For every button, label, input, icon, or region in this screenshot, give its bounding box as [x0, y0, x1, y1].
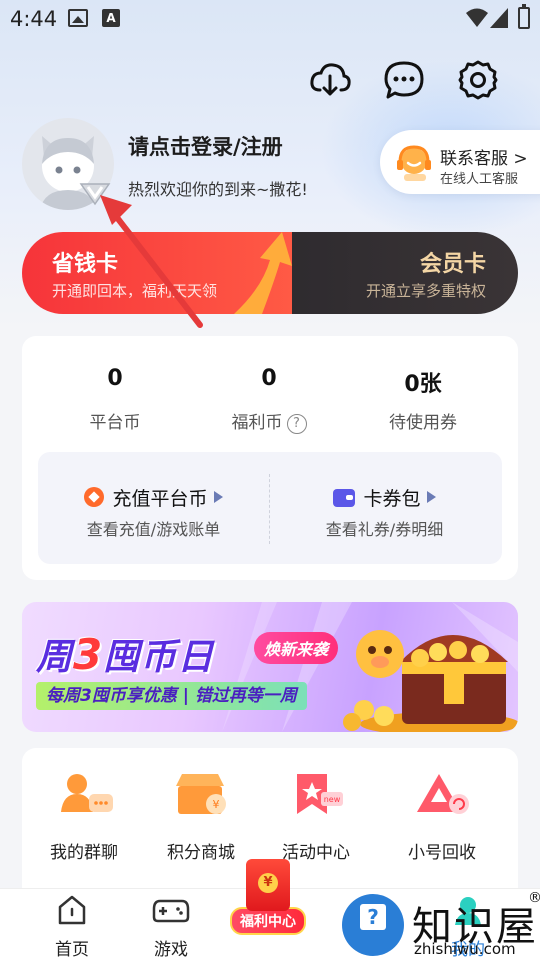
- activity-center-icon: new: [297, 774, 343, 814]
- group-chat-button[interactable]: 我的群聊: [22, 770, 146, 863]
- promo-banner[interactable]: 周3囤币日 焕新来袭 每周3囤币享优惠 | 错过再等一周: [22, 602, 518, 732]
- nav-home-label: 首页: [55, 940, 89, 960]
- member-card-title: 会员卡: [419, 252, 486, 277]
- coupon-wallet-button[interactable]: 卡券包 查看礼券/券明细: [269, 484, 500, 540]
- home-icon: [58, 895, 86, 925]
- welfare-coin-stat[interactable]: 0 福利币?: [194, 366, 344, 434]
- battery-icon: [518, 4, 530, 29]
- cloud-download-icon[interactable]: [308, 58, 352, 102]
- watermark-reg: ®: [528, 890, 540, 906]
- banner-strip: 每周3囤币享优惠 | 错过再等一周: [36, 682, 307, 710]
- platform-coin-value: 0: [107, 366, 123, 391]
- treasure-chest-icon: [343, 630, 518, 732]
- gear-icon[interactable]: [456, 58, 500, 102]
- coin-icon: [84, 487, 105, 507]
- gamepad-icon: [152, 899, 190, 923]
- coupon-value: 0张: [404, 372, 442, 397]
- watermark-domain: zhishiwu.com: [414, 940, 516, 958]
- recharge-title: 充值平台币: [112, 488, 208, 510]
- welfare-coin-label: 福利币: [231, 413, 283, 433]
- triangle-right-icon: [426, 491, 436, 503]
- wifi-icon: [466, 8, 488, 27]
- app-notification-icon: A: [102, 9, 120, 27]
- account-recycle-icon: [417, 774, 469, 814]
- account-recycle-label: 小号回收: [408, 843, 476, 863]
- account-recycle-button[interactable]: 小号回收: [380, 770, 504, 863]
- membership-cards: 会员卡 开通立享多重特权 省钱卡 开通即回本，福利天天领: [22, 232, 518, 314]
- coupon-wallet-subtitle: 查看礼券/券明细: [325, 520, 444, 539]
- group-chat-icon: [61, 774, 113, 812]
- image-notification-icon: [68, 9, 88, 27]
- points-shop-icon: ¥: [176, 774, 226, 814]
- nav-game[interactable]: 游戏: [131, 893, 211, 960]
- quick-actions-panel: 充值平台币 查看充值/游戏账单 卡券包 查看礼券/券明细: [38, 452, 502, 564]
- arrow-up-decoration-icon: [234, 232, 292, 314]
- group-chat-label: 我的群聊: [50, 843, 118, 863]
- customer-service-icon: [397, 145, 431, 181]
- wallet-icon: [333, 489, 356, 507]
- customer-service-subtitle: 在线人工客服: [440, 172, 519, 187]
- coupon-label: 待使用券: [389, 413, 457, 433]
- svg-text:new: new: [324, 795, 341, 804]
- platform-coin-label: 平台币: [89, 413, 141, 433]
- recharge-subtitle: 查看充值/游戏账单: [86, 520, 221, 539]
- recharge-button[interactable]: 充值平台币 查看充值/游戏账单: [38, 484, 269, 540]
- nav-welfare-label: 福利中心: [230, 907, 306, 935]
- triangle-right-icon: [213, 491, 223, 503]
- coupon-stat[interactable]: 0张 待使用券: [348, 366, 498, 433]
- login-register-link[interactable]: 请点击登录/注册: [128, 131, 283, 161]
- signal-icon: [490, 8, 508, 28]
- status-bar: 4:44 A: [0, 0, 540, 40]
- wallet-stats-card: 0 平台币 0 福利币? 0张 待使用券 充值平台币 查看充值/游戏账单 卡券包…: [22, 336, 518, 580]
- coupon-wallet-title: 卡券包: [363, 488, 421, 510]
- banner-headline: 周3囤币日: [36, 630, 215, 679]
- chat-bubble-icon[interactable]: [382, 58, 426, 102]
- help-icon[interactable]: ?: [286, 414, 307, 434]
- vip-badge-icon: [79, 183, 111, 206]
- welfare-coin-value: 0: [261, 366, 277, 391]
- activity-center-button[interactable]: new 活动中心: [254, 770, 378, 863]
- banner-tag: 焕新来袭: [254, 632, 339, 664]
- customer-service-button[interactable]: 联系客服 > 在线人工客服: [380, 130, 540, 194]
- welcome-text: 热烈欢迎你的到来~撒花!: [128, 180, 308, 199]
- saving-card-subtitle: 开通即回本，福利天天领: [52, 282, 218, 300]
- nav-home[interactable]: 首页: [32, 893, 112, 960]
- customer-service-title: 联系客服 >: [440, 149, 528, 169]
- nav-game-label: 游戏: [154, 940, 188, 960]
- platform-coin-stat[interactable]: 0 平台币: [40, 366, 190, 433]
- red-envelope-icon: [246, 859, 290, 911]
- svg-text:¥: ¥: [213, 798, 220, 811]
- nav-welfare-center[interactable]: 福利中心: [228, 859, 308, 935]
- status-time: 4:44: [10, 7, 58, 31]
- saving-card-title: 省钱卡: [52, 252, 119, 277]
- question-mark-logo-icon: [342, 894, 404, 956]
- points-shop-button[interactable]: ¥ 积分商城: [139, 770, 263, 863]
- member-card-subtitle: 开通立享多重特权: [365, 282, 486, 300]
- watermark-logo: 知识屋 ® zhishiwu.com: [342, 890, 540, 960]
